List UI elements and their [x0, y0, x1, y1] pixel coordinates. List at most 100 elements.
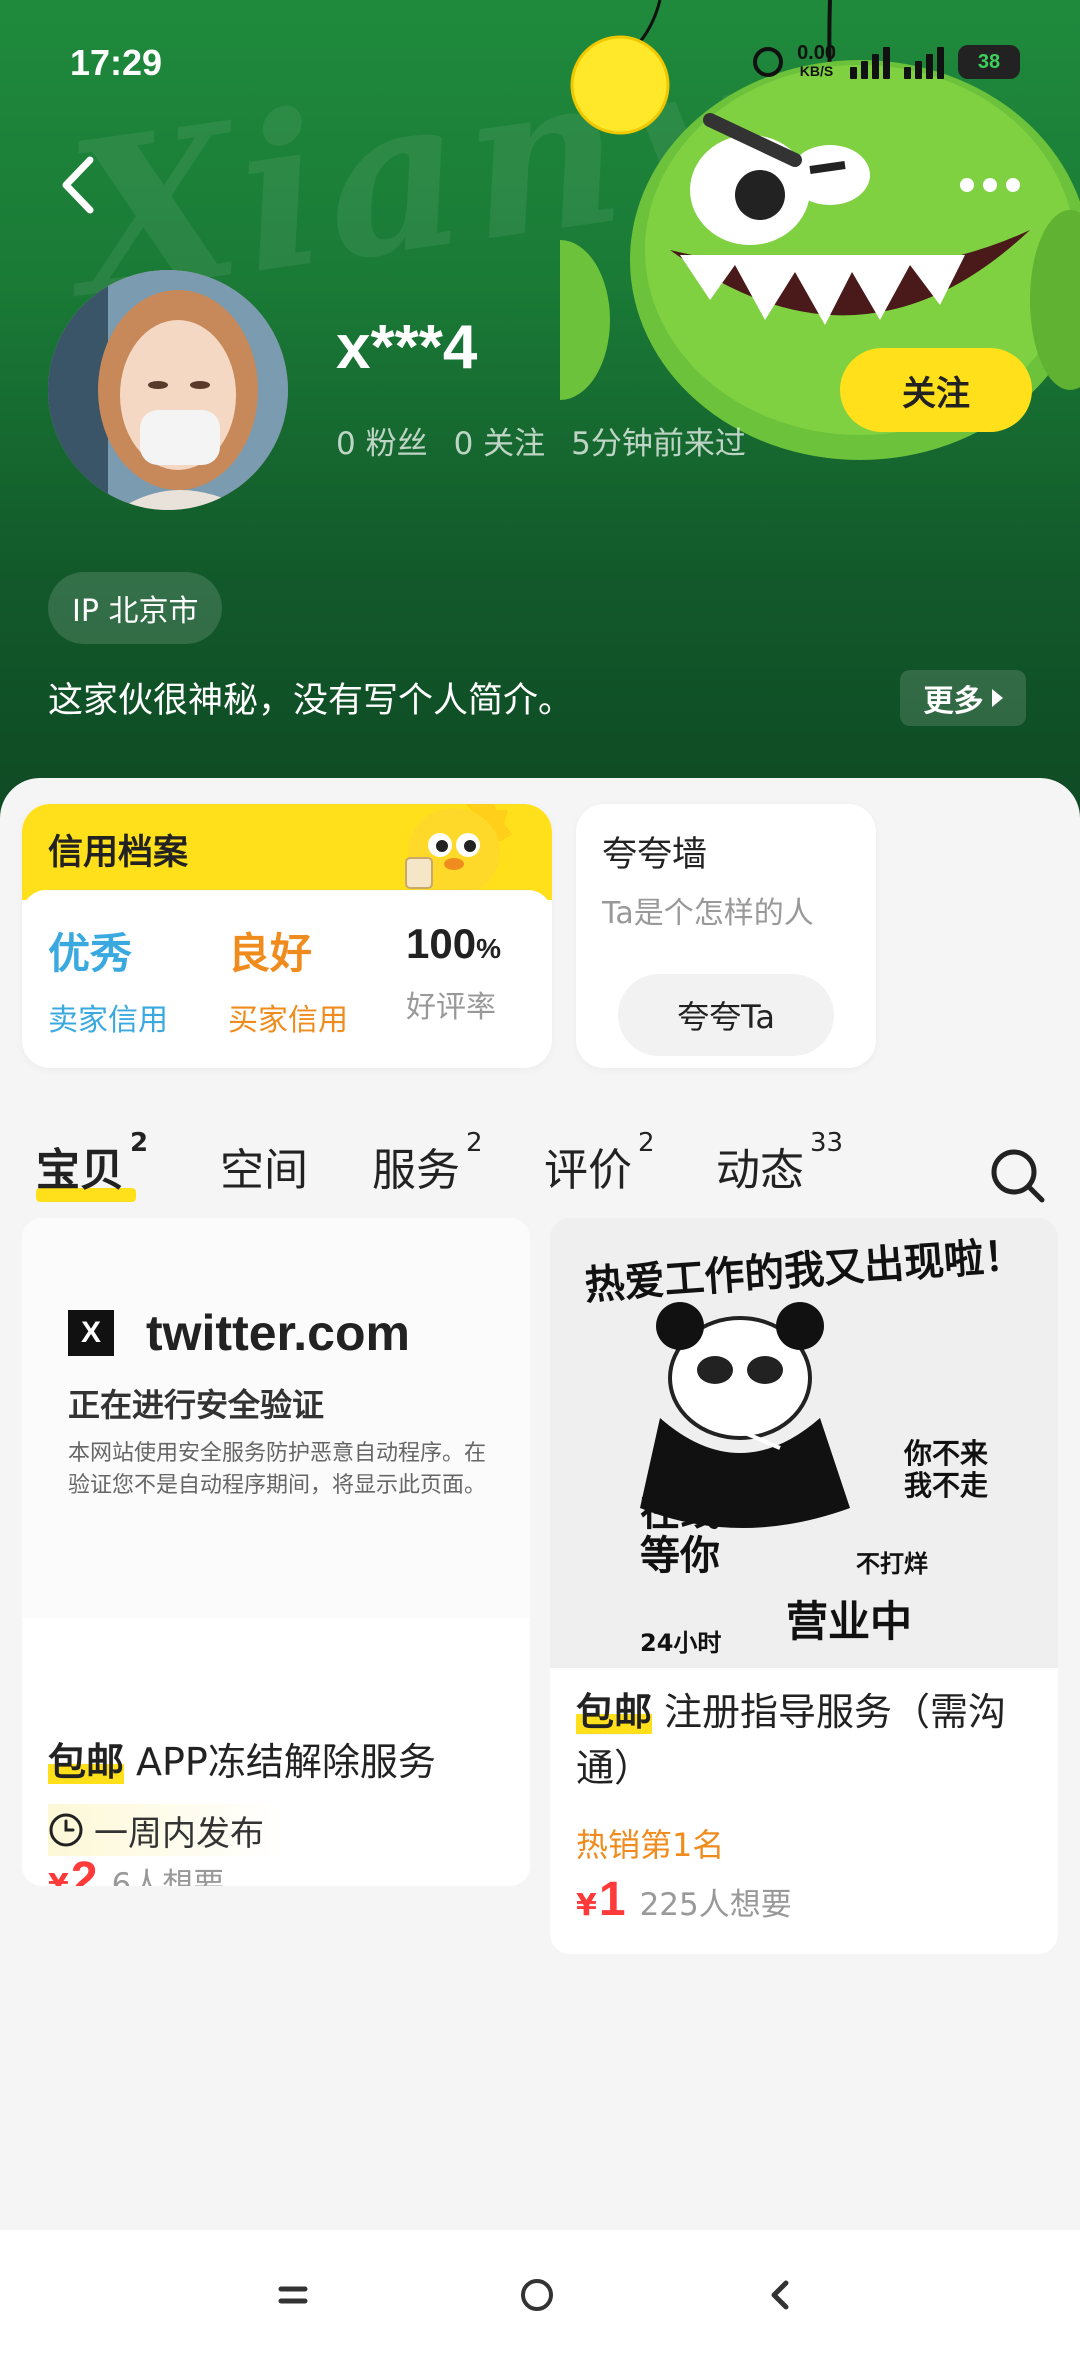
- chick-mascot-icon: [405, 804, 512, 896]
- home-button[interactable]: [502, 2260, 572, 2330]
- net-speed-unit: KB/S: [799, 63, 834, 79]
- avatar[interactable]: [48, 270, 288, 510]
- triangle-right-icon: [991, 689, 1003, 707]
- battery-icon: 38: [958, 45, 1020, 79]
- item-title-text: APP冻结解除服务: [136, 1740, 436, 1784]
- item-title: 包邮 APP冻结解除服务: [48, 1734, 436, 1790]
- rating-unit: %: [476, 933, 501, 964]
- want-count: 6人想要: [111, 1867, 225, 1886]
- search-icon: [991, 1149, 1045, 1203]
- currency-symbol: ¥: [576, 1888, 597, 1923]
- item-image: X twitter.com 正在进行安全验证 本网站使用安全服务防护恶意自动程序…: [22, 1218, 530, 1618]
- dot-icon: [1006, 178, 1020, 192]
- chevron-left-icon: [771, 2280, 789, 2310]
- item-price: 2: [70, 1853, 98, 1886]
- profile-tabs: 宝贝2 空间 服务2 评价2 动态33: [0, 1118, 1080, 1218]
- seller-credit-label: 卖家信用: [48, 1003, 168, 1038]
- profile-stats: 0 粉丝 0 关注 5分钟前来过: [336, 418, 746, 463]
- price-row: ¥ 1 225人想要: [576, 1872, 792, 1927]
- search-button[interactable]: [988, 1146, 1048, 1206]
- item-title: 包邮 注册指导服务（需沟通）: [576, 1684, 1036, 1796]
- profile-header: Xianyu 17:29 0.00 KB/S 38 x***4 0 粉丝 0 关…: [0, 0, 1080, 820]
- tab-items[interactable]: 宝贝2: [36, 1128, 148, 1198]
- tab-space[interactable]: 空间: [220, 1134, 308, 1198]
- tab-label: 空间: [220, 1145, 308, 1196]
- praise-wall-subtitle: Ta是个怎样的人: [602, 896, 814, 931]
- image-body: 本网站使用安全服务防护恶意自动程序。在验证您不是自动程序期间，将显示此页面。: [68, 1441, 487, 1498]
- credit-header: 信用档案: [22, 804, 552, 900]
- item-price: 1: [598, 1873, 626, 1926]
- credit-profile-card[interactable]: 信用档案 优秀 卖家信用 良好 买家信用 100% 好评率: [22, 804, 552, 1068]
- fans-count[interactable]: 0 粉丝: [336, 418, 428, 463]
- image-right-mid: 不打烊: [856, 1550, 928, 1578]
- free-shipping-badge: 包邮: [576, 1690, 653, 1734]
- more-options-button[interactable]: [950, 160, 1030, 210]
- item-card[interactable]: 热爱工作的我又出现啦！ 在线等你 你不来我不走 不打烊 24小时 营业中 包邮注…: [550, 1218, 1058, 1954]
- rating-number: 100: [406, 920, 477, 967]
- image-heading: 正在进行安全验证: [68, 1386, 325, 1424]
- image-domain: twitter.com: [146, 1305, 410, 1361]
- hot-sale-rank: 热销第1名: [576, 1826, 725, 1864]
- release-time: 一周内发布: [48, 1804, 280, 1856]
- content-panel: 信用档案 优秀 卖家信用 良好 买家信用 100% 好评率 夸夸墙 Ta是个怎样…: [0, 778, 1080, 2230]
- following-count[interactable]: 0 关注: [454, 418, 546, 463]
- praise-wall-card[interactable]: 夸夸墙 Ta是个怎样的人 夸夸Ta: [576, 804, 876, 1068]
- buyer-credit-value: 良好: [228, 929, 313, 978]
- bio-more-button[interactable]: 更多: [900, 670, 1026, 726]
- network-speed: 0.00 KB/S: [797, 42, 836, 80]
- tab-updates[interactable]: 动态33: [716, 1128, 843, 1198]
- tab-label: 服务: [372, 1145, 460, 1196]
- tab-count: 2: [466, 1128, 483, 1159]
- seller-credit: 优秀 卖家信用: [48, 920, 168, 1039]
- menu-icon: [278, 2286, 308, 2304]
- positive-rating: 100% 好评率: [406, 920, 501, 1026]
- buyer-credit: 良好 买家信用: [228, 920, 348, 1039]
- tab-label: 评价: [544, 1145, 632, 1196]
- last-seen: 5分钟前来过: [571, 426, 746, 462]
- recent-apps-button[interactable]: [258, 2260, 328, 2330]
- username: x***4: [336, 313, 478, 382]
- more-label: 更多: [923, 684, 984, 719]
- seller-credit-value: 优秀: [48, 929, 133, 978]
- credit-title: 信用档案: [48, 833, 189, 873]
- currency-symbol: ¥: [48, 1868, 69, 1886]
- signal-icon-2: [904, 45, 944, 79]
- tab-count: 33: [810, 1128, 844, 1159]
- tab-count: 2: [638, 1128, 655, 1159]
- tab-reviews[interactable]: 评价2: [544, 1128, 655, 1198]
- item-image: 热爱工作的我又出现啦！ 在线等你 你不来我不走 不打烊 24小时 营业中: [550, 1218, 1058, 1668]
- release-text: 一周内发布: [94, 1813, 264, 1854]
- ip-location-tag: IP 北京市: [48, 572, 223, 644]
- avatar-image: [48, 270, 288, 510]
- tab-services[interactable]: 服务2: [372, 1128, 483, 1198]
- chevron-left-icon: [62, 156, 94, 214]
- system-nav-bar: [0, 2230, 1080, 2362]
- follow-button[interactable]: 关注: [840, 348, 1032, 432]
- positive-rating-value: 100%: [406, 920, 501, 968]
- tab-label: 宝贝: [36, 1145, 124, 1196]
- image-right-text: 你不来我不走: [904, 1437, 989, 1502]
- price-row: ¥ 2 6人想要: [48, 1852, 224, 1886]
- profile-bio: 这家伙很神秘，没有写个人简介。: [48, 681, 574, 721]
- circle-home-icon: [521, 2279, 553, 2311]
- positive-rating-label: 好评率: [406, 990, 496, 1025]
- praise-wall-title: 夸夸墙: [602, 835, 708, 875]
- status-icons: 0.00 KB/S 38: [753, 42, 1020, 80]
- system-back-button[interactable]: [746, 2260, 816, 2330]
- status-time: 17:29: [70, 42, 163, 83]
- item-card[interactable]: X twitter.com 正在进行安全验证 本网站使用安全服务防护恶意自动程序…: [22, 1218, 530, 1886]
- dot-icon: [983, 178, 997, 192]
- free-shipping-badge: 包邮: [48, 1740, 125, 1784]
- tab-label: 动态: [716, 1145, 804, 1196]
- praise-button[interactable]: 夸夸Ta: [618, 974, 834, 1056]
- image-bottom-main: 营业中: [786, 1597, 913, 1646]
- alarm-icon: [753, 47, 784, 77]
- clock-icon: [49, 1813, 83, 1847]
- net-speed-value: 0.00: [797, 42, 836, 64]
- buyer-credit-label: 买家信用: [228, 1003, 348, 1038]
- back-button[interactable]: [52, 150, 112, 220]
- tab-count: 2: [130, 1128, 149, 1159]
- x-logo-icon: X: [68, 1310, 114, 1356]
- status-bar: 17:29 0.00 KB/S 38: [0, 0, 1080, 130]
- image-left-text: 在线等你: [640, 1489, 720, 1579]
